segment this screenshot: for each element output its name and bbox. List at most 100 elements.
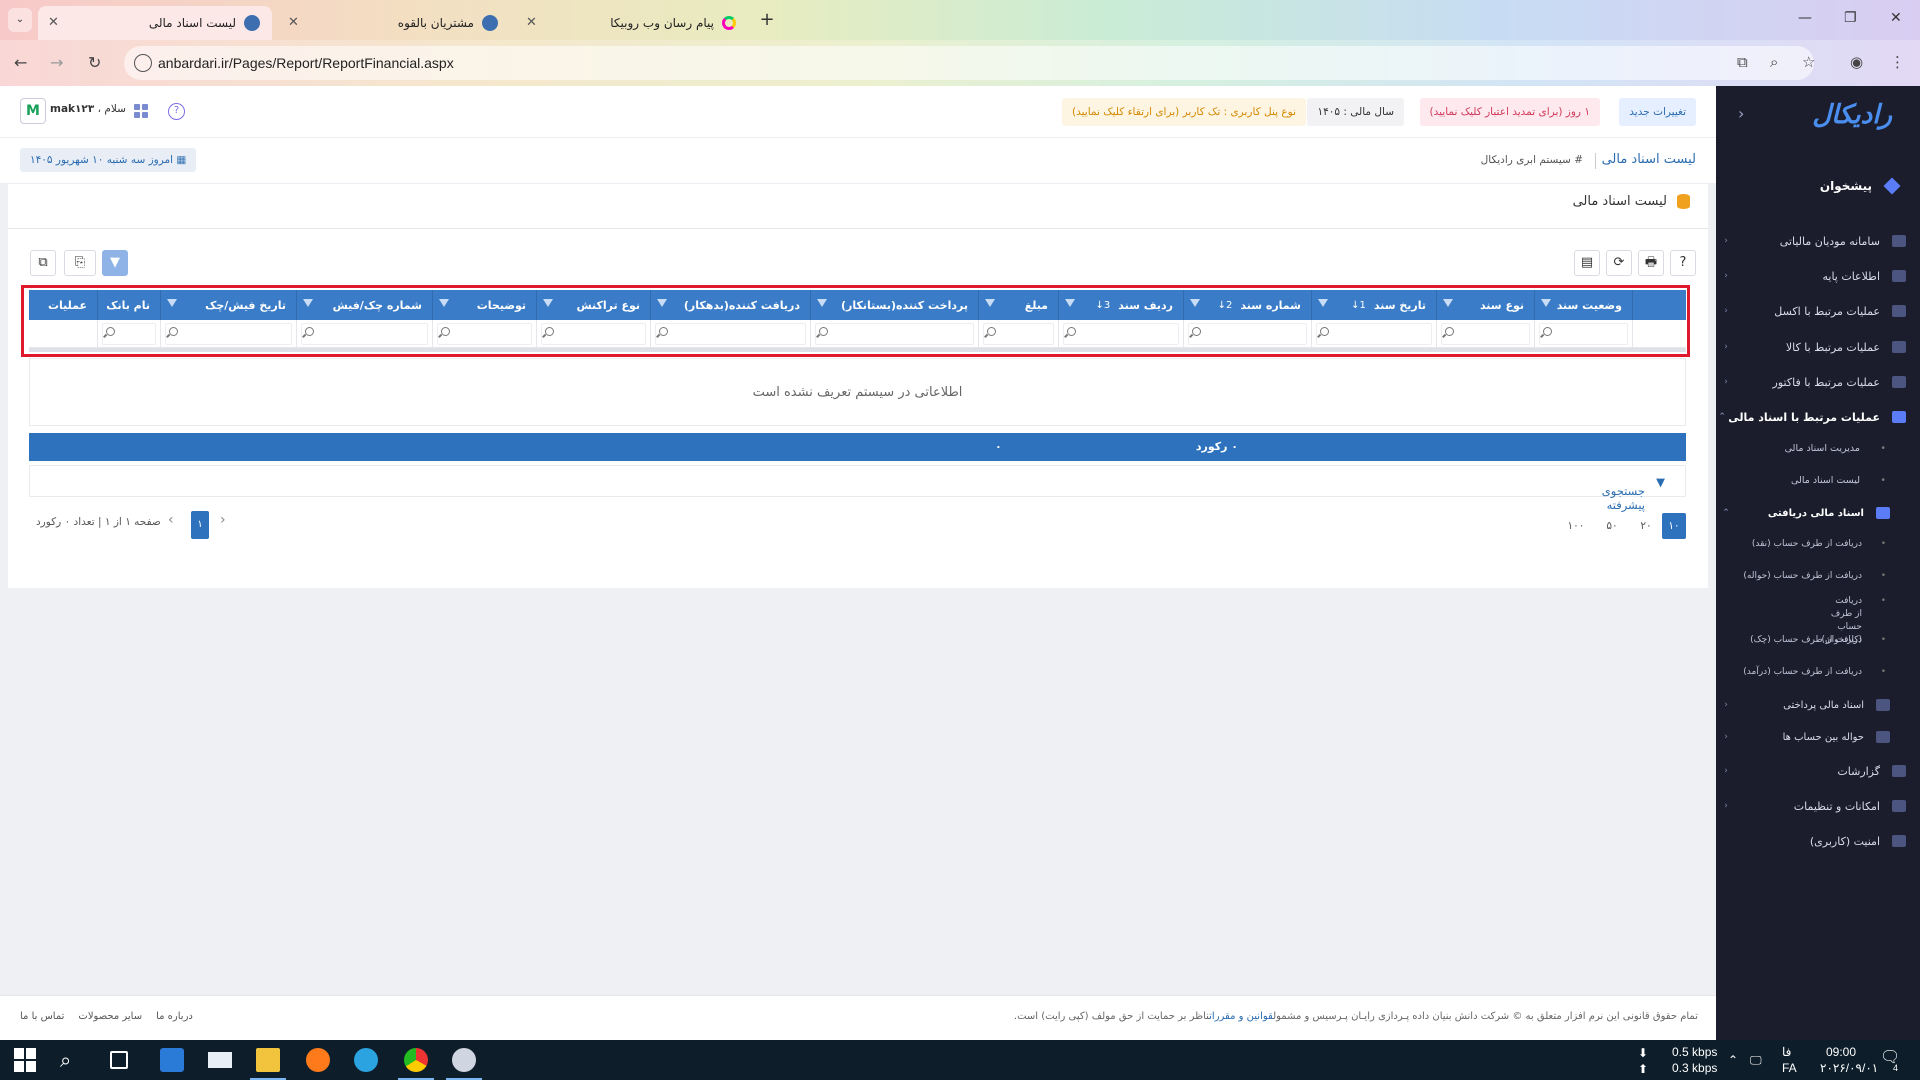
file-explorer-icon[interactable] (250, 1048, 286, 1080)
grid-col-doc-date[interactable]: تاریخ سند 1↓ (1311, 290, 1436, 320)
filter-doc-status[interactable] (1534, 320, 1632, 348)
filter-doc-type[interactable] (1436, 320, 1534, 348)
column-filter-icon[interactable] (817, 299, 827, 307)
search-icon[interactable]: ⌕ (60, 1048, 84, 1072)
tab-search-button[interactable]: ⌄ (8, 8, 32, 32)
sidebar-item-transfers[interactable]: حواله بین حساب ها ‹ (1716, 724, 1920, 750)
lang-code[interactable]: FA (1782, 1060, 1797, 1076)
grid-col-payer[interactable]: پرداخت کننده(بستانکار) (810, 290, 978, 320)
sidebar-item-tax-system[interactable]: سامانه مودیان مالیاتی ‹ (1716, 228, 1920, 254)
grid-col-actions[interactable]: عملیات (48, 290, 97, 320)
grid-col-receiver[interactable]: دریافت کننده(بدهکار) (650, 290, 810, 320)
tab-close-icon[interactable]: ✕ (48, 15, 59, 30)
column-filter-icon[interactable] (985, 299, 995, 307)
column-filter-icon[interactable] (657, 299, 667, 307)
sidebar-item-reports[interactable]: گزارشات ‹ (1716, 758, 1920, 784)
task-view-icon[interactable] (110, 1051, 128, 1069)
sidebar-item-paid-docs[interactable]: اسناد مالی پرداختی ‹ (1716, 692, 1920, 718)
column-filter-icon[interactable] (303, 299, 313, 307)
grid-col-check-number[interactable]: شماره چک/فیش (296, 290, 432, 320)
page-title[interactable]: لیست اسناد مالی (1602, 152, 1696, 167)
rules-link[interactable]: قوانین و مقررات (1209, 1011, 1273, 1022)
firefox-icon[interactable] (306, 1048, 330, 1072)
grid-col-doc-status[interactable]: وضعیت سند (1534, 290, 1632, 320)
column-filter-icon[interactable] (1065, 299, 1075, 307)
filter-doc-row[interactable] (1058, 320, 1183, 348)
tab-close-icon[interactable]: ✕ (526, 15, 537, 30)
zoom-icon[interactable]: ⌕ (1770, 53, 1778, 71)
filter-amount[interactable] (978, 320, 1058, 348)
forward-icon[interactable]: → (50, 53, 63, 72)
page-size-10[interactable]: ۱۰ (1662, 513, 1686, 539)
grid-col-bank-name[interactable]: نام بانک (97, 290, 160, 320)
site-info-icon[interactable] (134, 54, 152, 72)
tab-close-icon[interactable]: ✕ (288, 15, 299, 30)
filter-bank-name[interactable] (97, 320, 160, 348)
sidebar-item-excel[interactable]: عملیات مرتبط با اکسل ‹ (1716, 298, 1920, 324)
grid-col-select[interactable] (1632, 290, 1686, 320)
column-filter-icon[interactable] (439, 299, 449, 307)
page-size-100[interactable]: ۱۰۰ (1564, 513, 1588, 539)
help-button[interactable]: ? (1670, 250, 1696, 276)
sidebar-sub-transfer[interactable]: دریافت از طرف حساب (حواله) (1716, 570, 1920, 583)
browser-menu-icon[interactable]: ⋮ (1890, 53, 1905, 71)
app-icon[interactable] (446, 1048, 482, 1080)
profile-icon[interactable]: ◉ (1850, 53, 1863, 71)
sidebar-item-security[interactable]: امنیت (کاربری) (1716, 828, 1920, 854)
grid-col-doc-type[interactable]: نوع سند (1436, 290, 1534, 320)
reload-icon[interactable]: ↻ (88, 53, 101, 72)
filter-toggle-button[interactable]: ▼ (102, 250, 128, 276)
footer-link-about[interactable]: درباره ما (156, 1011, 193, 1022)
sidebar-item-base-info[interactable]: اطلاعات پایه ‹ (1716, 263, 1920, 289)
grid-col-amount[interactable]: مبلغ (978, 290, 1058, 320)
column-filter-icon[interactable] (1318, 299, 1328, 307)
column-filter-icon[interactable] (1190, 299, 1200, 307)
advanced-search-link[interactable]: ▼ جستجوی پیشرفته (1602, 475, 1665, 512)
filter-payer[interactable] (810, 320, 978, 348)
column-filter-icon[interactable] (543, 299, 553, 307)
sidebar-item-received-docs[interactable]: اسناد مالی دریافتی ⌃ (1716, 500, 1920, 526)
page-size-20[interactable]: ۲۰ (1634, 513, 1658, 539)
column-filter-icon[interactable] (167, 299, 177, 307)
filter-check-number[interactable] (296, 320, 432, 348)
page-size-50[interactable]: ۵۰ (1600, 513, 1624, 539)
minimize-icon[interactable]: — (1798, 10, 1812, 26)
column-filter-icon[interactable] (1541, 299, 1551, 307)
app-logo[interactable]: رادیکال (1812, 100, 1893, 130)
new-tab-button[interactable]: + (756, 9, 778, 31)
grid-col-description[interactable]: توضیحات (432, 290, 536, 320)
grid-col-check-date[interactable]: تاریخ فیش/چک (160, 290, 296, 320)
start-windows-icon[interactable] (14, 1048, 38, 1072)
url-field[interactable]: anbardari.ir/Pages/Report/ReportFinancia… (124, 46, 1814, 80)
browser-tab-financial-docs[interactable]: لیست اسناد مالی ✕ (38, 6, 272, 40)
restore-icon[interactable]: ❐ (1844, 10, 1857, 26)
sidebar-sub-check[interactable]: دریافت از طرف حساب (چک) (1716, 634, 1920, 647)
filter-transaction-type[interactable] (536, 320, 650, 348)
next-page-icon[interactable]: › (220, 512, 226, 528)
filter-doc-date[interactable] (1311, 320, 1436, 348)
clock-time[interactable]: 09:00 (1826, 1044, 1856, 1060)
filter-check-date[interactable] (160, 320, 296, 348)
sidebar-item-settings[interactable]: امکانات و تنظیمات ‹ (1716, 793, 1920, 819)
sidebar-collapse-icon[interactable]: ‹ (1738, 104, 1744, 123)
browser-tab-rubika[interactable]: پیام رسان وب روبیکا ✕ (516, 6, 748, 40)
filter-description[interactable] (432, 320, 536, 348)
store-icon[interactable] (160, 1048, 184, 1072)
footer-link-contact[interactable]: تماس با ما (20, 1011, 64, 1022)
grid-col-transaction-type[interactable]: نوع تراکنش (536, 290, 650, 320)
sidebar-sub-list-docs[interactable]: لیست اسناد مالی (1716, 474, 1920, 487)
prev-page-icon[interactable]: ‹ (168, 512, 174, 528)
column-filter-icon[interactable] (1443, 299, 1453, 307)
refresh-button[interactable]: ⟳ (1606, 250, 1632, 276)
fiscal-year-badge[interactable]: سال مالی : ۱۴۰۵ (1307, 98, 1404, 126)
lang-fa[interactable]: فا (1782, 1044, 1791, 1060)
grid-col-doc-row[interactable]: ردیف سند 3↓ (1058, 290, 1183, 320)
sidebar-sub-income[interactable]: دریافت از طرف حساب (درآمد) (1716, 666, 1920, 679)
print-button[interactable]: 🖶 (1638, 250, 1664, 276)
filter-receiver[interactable] (650, 320, 810, 348)
avatar[interactable]: M (20, 98, 46, 124)
clock-date[interactable]: ۲۰۲۶/۰۹/۰۱ (1820, 1060, 1878, 1076)
copy-button[interactable]: ⧉ (30, 250, 56, 276)
translate-icon[interactable]: ⧉ (1737, 53, 1748, 71)
sidebar-item-dashboard[interactable]: پیشخوان (1716, 166, 1920, 206)
